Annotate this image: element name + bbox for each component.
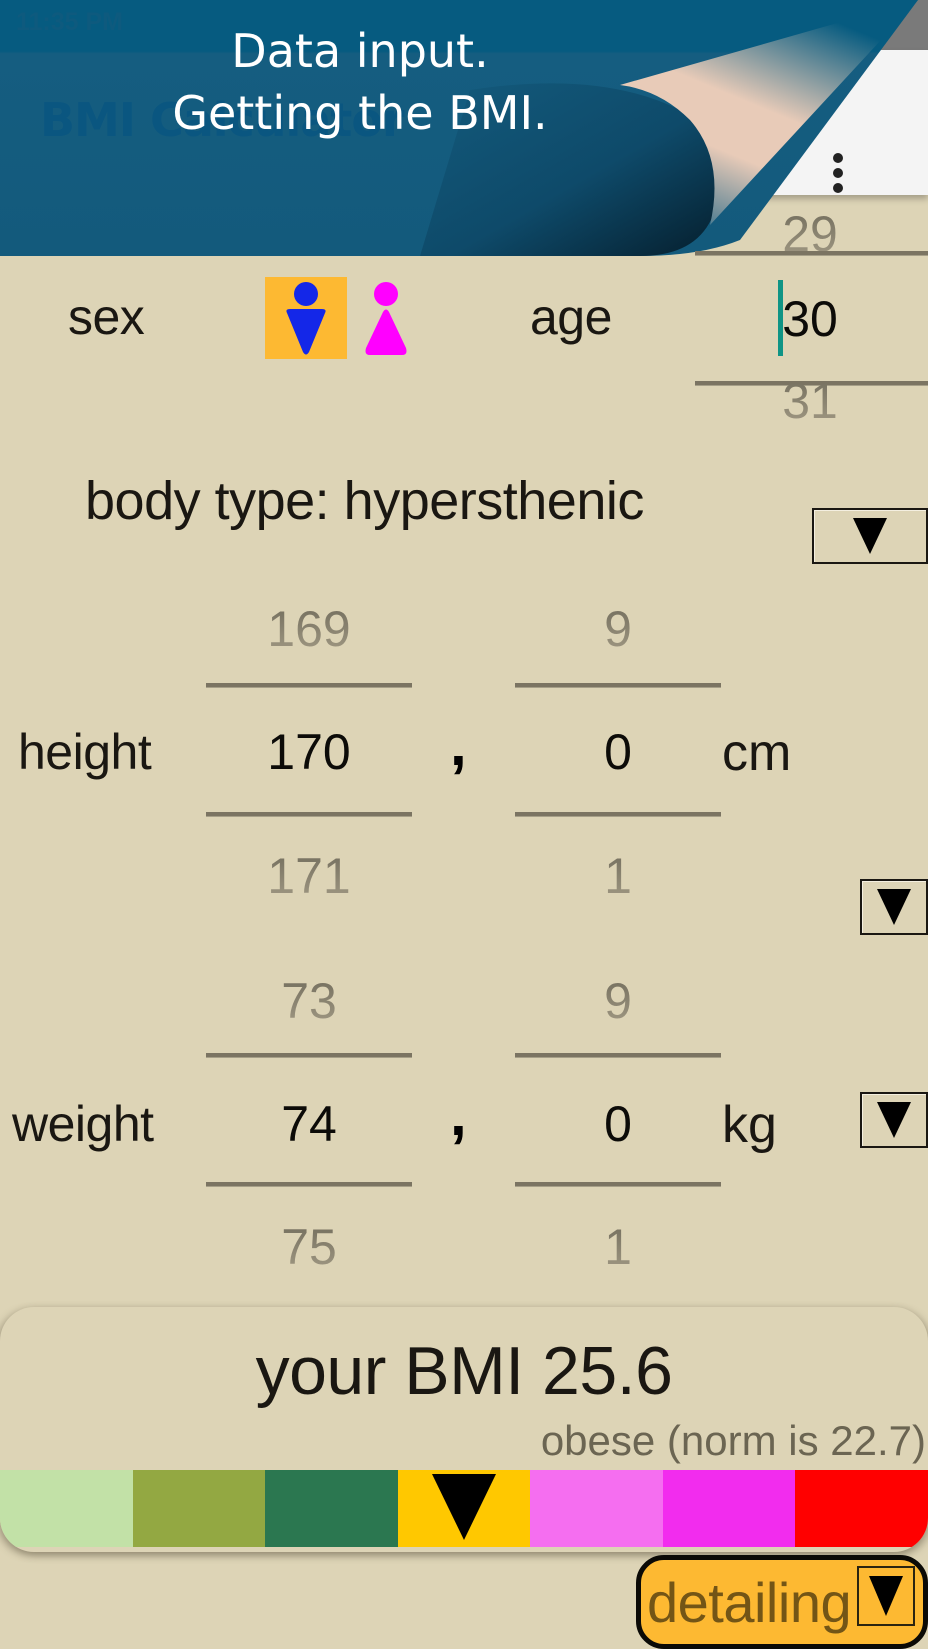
age-next-value[interactable]: 31 <box>760 372 860 430</box>
weight-int-next[interactable]: 75 <box>206 1218 412 1276</box>
weight-unit-dropdown[interactable] <box>860 1092 928 1148</box>
age-label: age <box>530 289 612 345</box>
body-type-dropdown[interactable] <box>812 508 928 564</box>
female-icon <box>365 282 407 355</box>
height-int-divider-top <box>206 683 412 687</box>
bmi-scale-segment <box>265 1470 398 1547</box>
detailing-button[interactable]: detailing <box>636 1555 928 1649</box>
height-dec-input[interactable]: 0 <box>515 723 721 781</box>
sex-option-female[interactable] <box>360 277 412 359</box>
height-int-prev[interactable]: 169 <box>206 600 412 658</box>
weight-dec-input[interactable]: 0 <box>515 1095 721 1153</box>
triangle-down-icon <box>853 518 887 554</box>
age-input[interactable]: 30 <box>760 290 860 348</box>
bmi-scale <box>0 1470 928 1547</box>
triangle-down-icon <box>869 1576 903 1616</box>
height-unit: cm <box>722 724 792 782</box>
height-label: height <box>18 724 152 780</box>
sex-label: sex <box>68 289 145 345</box>
weight-dec-divider-top <box>515 1053 721 1057</box>
male-icon <box>286 282 326 355</box>
triangle-down-icon <box>877 889 911 925</box>
weight-int-divider-top <box>206 1053 412 1057</box>
bmi-scale-segment <box>530 1470 663 1547</box>
bmi-scale-segment <box>397 1470 531 1547</box>
bmi-scale-segment <box>662 1470 796 1547</box>
triangle-down-icon <box>877 1102 911 1138</box>
height-dec-divider-bottom <box>515 812 721 816</box>
weight-dec-next[interactable]: 1 <box>515 1218 721 1276</box>
weight-decimal-separator: , <box>450 1081 467 1148</box>
weight-label: weight <box>12 1096 154 1152</box>
detailing-label: detailing <box>647 1571 852 1634</box>
bmi-value: your BMI 25.6 <box>255 1333 673 1409</box>
age-picker-divider-top <box>695 251 928 255</box>
sex-option-male[interactable] <box>265 277 347 359</box>
bmi-scale-segment <box>795 1470 928 1547</box>
detailing-dropdown[interactable] <box>857 1566 915 1626</box>
bmi-marker-icon <box>432 1474 497 1540</box>
height-dec-prev[interactable]: 9 <box>515 600 721 658</box>
height-int-divider-bottom <box>206 812 412 816</box>
bmi-scale-segment <box>0 1470 133 1547</box>
body-type-label: body type: hypersthenic <box>85 471 644 531</box>
height-unit-dropdown[interactable] <box>860 879 928 935</box>
weight-dec-prev[interactable]: 9 <box>515 972 721 1030</box>
status-bar <box>0 0 928 50</box>
weight-int-input[interactable]: 74 <box>206 1095 412 1153</box>
bmi-result-card: your BMI 25.6 obese (norm is 22.7) <box>0 1307 928 1552</box>
height-int-input[interactable]: 170 <box>206 723 412 781</box>
app-bar <box>0 50 928 195</box>
weight-int-divider-bottom <box>206 1182 412 1186</box>
height-decimal-separator: , <box>450 711 467 778</box>
weight-int-prev[interactable]: 73 <box>206 972 412 1030</box>
bmi-status: obese (norm is 22.7) <box>540 1417 926 1464</box>
weight-unit: kg <box>722 1096 777 1154</box>
height-dec-divider-top <box>515 683 721 687</box>
height-int-next[interactable]: 171 <box>206 847 412 905</box>
height-dec-next[interactable]: 1 <box>515 847 721 905</box>
bmi-scale-segment <box>132 1470 266 1547</box>
weight-dec-divider-bottom <box>515 1182 721 1186</box>
